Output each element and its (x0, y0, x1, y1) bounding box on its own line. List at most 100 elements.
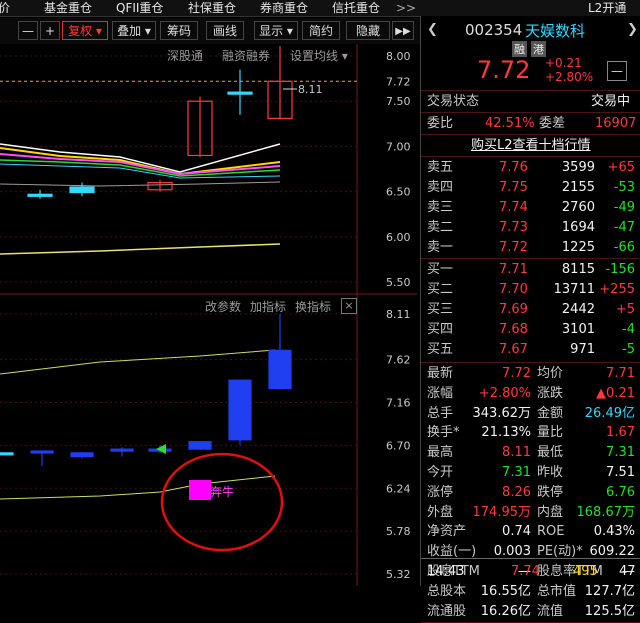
add-indicator-link[interactable]: 加指标 (250, 298, 286, 315)
stock-name[interactable]: 天娱数科 (525, 20, 585, 41)
divider (421, 362, 640, 363)
chevron-right-icon[interactable]: ❯ (627, 22, 638, 37)
menu-item-shebao[interactable]: 社保重仓 (188, 0, 236, 16)
candle[interactable] (70, 451, 94, 459)
trade-tick-row: 14:43 7.74 495 47 (421, 562, 640, 582)
price-change-pct: +2.80% (545, 70, 594, 84)
stat-row: 总股本 16.55亿 总市值 127.7亿 (421, 582, 640, 602)
draw-line-button[interactable]: 画线 (206, 21, 244, 40)
stat-row: 今开 7.31 昨收 7.51 (421, 463, 640, 483)
sell-change: -66 (613, 240, 635, 255)
sell-row[interactable]: 卖三 7.74 2760 -49 (421, 198, 640, 218)
fuquan-button[interactable]: 复权 ▾ (62, 21, 108, 40)
chevron-down-icon: ▾ (286, 24, 293, 38)
buy-row[interactable]: 买五 7.67 971 -5 (421, 340, 640, 360)
divider (421, 112, 640, 113)
chips-button[interactable]: 筹码 (160, 21, 198, 40)
menu-more-button[interactable]: >> (396, 0, 416, 16)
kline-chart[interactable]: 8.00 7.72 7.50 7.00 6.50 6.00 5.50 8.11 8.11 7.… (0, 44, 417, 586)
chevron-left-icon[interactable]: ❮ (427, 22, 438, 37)
candle[interactable] (110, 447, 134, 457)
y-tick-label: 5.78 (386, 525, 411, 538)
candle[interactable] (147, 179, 173, 192)
candle-body (70, 452, 94, 458)
l2-open-link[interactable]: L2开通 (588, 0, 626, 16)
candle[interactable] (227, 69, 253, 115)
sell-row[interactable]: 卖四 7.75 2155 -53 (421, 178, 640, 198)
stat-row: 最新 7.72 均价 7.71 (421, 364, 640, 384)
close-indicator-button[interactable]: × (341, 298, 357, 314)
expand-right-icon[interactable]: ▶▶ (392, 21, 414, 40)
y-tick-label: 6.24 (386, 482, 411, 495)
candle[interactable] (69, 182, 95, 197)
buy-row[interactable]: 买三 7.69 2442 +5 (421, 300, 640, 320)
sell-row[interactable]: 卖二 7.73 1694 -47 (421, 218, 640, 238)
hide-button[interactable]: 隐藏 (346, 21, 390, 40)
y-tick-label: 7.00 (386, 140, 411, 153)
candle[interactable] (0, 452, 14, 456)
menu-item-qfii[interactable]: QFII重仓 (116, 0, 163, 16)
zoom-in-button[interactable]: + (40, 21, 60, 40)
set-ma-link[interactable]: 设置均线 ▾ (290, 47, 348, 64)
tick-price: 7.74 (511, 564, 540, 579)
simple-mode-button[interactable]: 简约 (302, 21, 340, 40)
stat-value: 125.5亿 (584, 603, 635, 619)
candle-body (0, 452, 14, 456)
bull-pattern-marker[interactable] (189, 480, 211, 500)
sell-change: +65 (607, 160, 635, 175)
candle-body (27, 193, 53, 197)
menu-item-jijin[interactable]: 基金重仓 (44, 0, 92, 16)
buy-row[interactable]: 买二 7.70 13711 +255 (421, 280, 640, 300)
overlay-button[interactable]: 叠加 ▾ (112, 21, 156, 40)
candle-body (110, 448, 134, 452)
stat-value: 168.67万 (576, 504, 636, 520)
trade-status-value: 交易中 (591, 94, 631, 109)
hk-connect-link[interactable]: 深股通 (167, 47, 203, 64)
margin-trading-link[interactable]: 融资融券 (222, 47, 270, 64)
buy-change: -156 (605, 262, 635, 277)
divider (421, 134, 640, 135)
buy-row[interactable]: 买一 7.71 8115 -156 (421, 260, 640, 280)
menu-item-xintuo[interactable]: 信托重仓 (332, 0, 380, 16)
lower-ma-line-yellowgreen (0, 349, 276, 375)
switch-indicator-link[interactable]: 换指标 (295, 298, 331, 315)
stat-row: 收益(一) 0.003 PE(动)* 609.22 (421, 542, 640, 562)
divider (421, 90, 640, 91)
sell-change: -53 (613, 180, 635, 195)
display-label: 显示 (259, 24, 284, 38)
candle[interactable] (268, 314, 292, 390)
sell-row[interactable]: 卖五 7.76 3599 +65 (421, 158, 640, 178)
y-tick-label: 8.11 (386, 308, 411, 321)
stock-code: 002354 (465, 21, 523, 39)
candle[interactable] (30, 450, 54, 466)
stat-value: 127.7亿 (584, 583, 635, 599)
sell-change: -49 (613, 200, 635, 215)
candle[interactable] (187, 96, 213, 158)
fuquan-label: 复权 (68, 24, 93, 38)
buy-row[interactable]: 买四 7.68 3101 -4 (421, 320, 640, 340)
menu-item-quanshang[interactable]: 券商重仓 (260, 0, 308, 16)
stat-row: 涨幅 +2.80% 涨跌 ▲0.21 (421, 384, 640, 404)
candle[interactable] (228, 379, 252, 446)
top-menu-bar: 评价 基金重仓 QFII重仓 社保重仓 券商重仓 信托重仓 >> L2开通 (0, 0, 640, 17)
current-price: 7.72 (477, 56, 531, 84)
stat-row: 外盘 174.95万 内盘 168.67万 (421, 503, 640, 523)
price-change: +0.21 (545, 56, 582, 70)
candle[interactable] (267, 46, 293, 119)
candle[interactable] (188, 441, 212, 450)
display-button[interactable]: 显示 ▾ (254, 21, 298, 40)
buy-change: -5 (622, 342, 635, 357)
collapse-button[interactable]: — (607, 61, 627, 81)
menu-item-pingjia[interactable]: 评价 (0, 0, 10, 16)
y-tick-label: 7.72 (386, 75, 411, 88)
sell-row[interactable]: 卖一 7.72 1225 -66 (421, 238, 640, 258)
change-param-link[interactable]: 改参数 (205, 298, 241, 315)
set-ma-label: 设置均线 (290, 49, 339, 63)
candle-body (188, 441, 212, 450)
buy-l2-link[interactable]: 购买L2查看十档行情 (471, 136, 591, 156)
tick-volume: 495 (573, 564, 598, 579)
tick-time: 14:43 (427, 564, 465, 579)
trade-status-label: 交易状态 (427, 94, 480, 109)
zoom-out-button[interactable]: — (18, 21, 38, 40)
buy-change: -4 (622, 322, 635, 337)
